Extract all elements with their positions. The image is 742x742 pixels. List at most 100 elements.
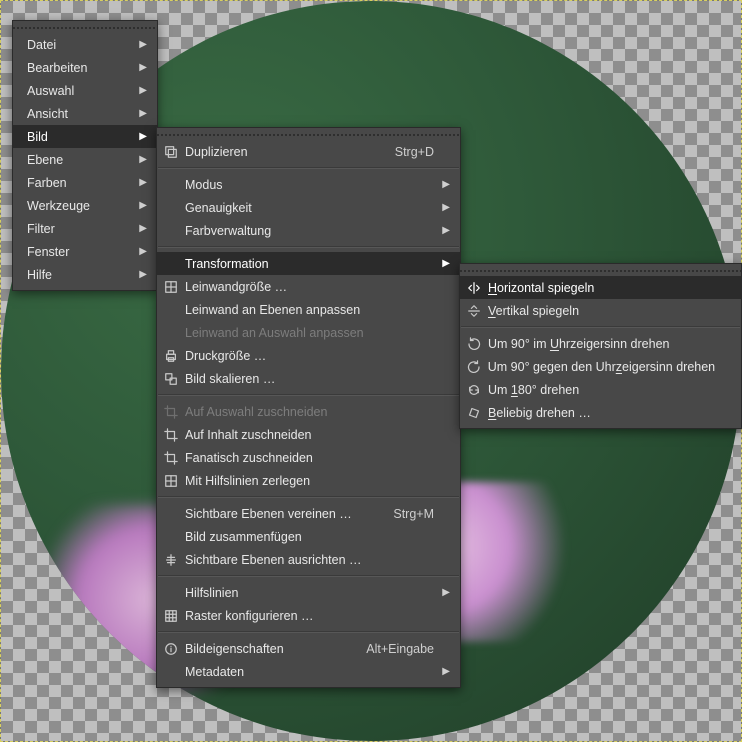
menu-separator bbox=[461, 326, 740, 328]
menu-item-label: Datei bbox=[27, 38, 56, 52]
menu-item-label: Leinwandgröße … bbox=[185, 280, 287, 294]
no-icon bbox=[163, 506, 179, 522]
rotate-free-icon bbox=[466, 405, 482, 421]
menu-tearoff-grip[interactable] bbox=[157, 131, 460, 138]
menu-item-hilfe[interactable]: Hilfe▶ bbox=[13, 263, 157, 286]
submenu-arrow-icon: ▶ bbox=[440, 179, 450, 190]
menu-item-fenster[interactable]: Fenster▶ bbox=[13, 240, 157, 263]
info-icon bbox=[163, 641, 179, 657]
menu-item-leinwand-an-auswahl-anpassen: Leinwand an Auswahl anpassen bbox=[157, 321, 460, 344]
menu-item-accelerator: Strg+D bbox=[371, 145, 434, 159]
menu-item-leinwandgr-e[interactable]: Leinwandgröße … bbox=[157, 275, 460, 298]
menu-item-werkzeuge[interactable]: Werkzeuge ▶ bbox=[13, 194, 157, 217]
menu-item-bildeigenschaften[interactable]: BildeigenschaftenAlt+Eingabe bbox=[157, 637, 460, 660]
menu-item-um-180-drehen[interactable]: Um 180° drehen bbox=[460, 378, 741, 401]
menu-item-duplizieren[interactable]: DuplizierenStrg+D bbox=[157, 140, 460, 163]
menu-item-label: Modus bbox=[185, 178, 223, 192]
submenu-arrow-icon: ▶ bbox=[440, 258, 450, 269]
menu-item-filter[interactable]: Filter▶ bbox=[13, 217, 157, 240]
menu-item-druckgr-e[interactable]: Druckgröße … bbox=[157, 344, 460, 367]
menu-item-label: Farben bbox=[27, 176, 67, 190]
rotate-ccw-icon bbox=[466, 359, 482, 375]
menu-item-vertikal-spiegeln[interactable]: Vertikal spiegeln bbox=[460, 299, 741, 322]
menu-item-label: Leinwand an Auswahl anpassen bbox=[185, 326, 364, 340]
menu-tearoff-grip[interactable] bbox=[13, 24, 157, 31]
menu-item-label: Filter bbox=[27, 222, 55, 236]
menu-item-ansicht[interactable]: Ansicht▶ bbox=[13, 102, 157, 125]
menu-item-label: Auf Auswahl zuschneiden bbox=[185, 405, 327, 419]
submenu-arrow-icon: ▶ bbox=[440, 202, 450, 213]
menu-item-bild[interactable]: Bild▶ bbox=[13, 125, 157, 148]
grid-icon bbox=[163, 608, 179, 624]
rotate-180-icon bbox=[466, 382, 482, 398]
menu-item-label: Metadaten bbox=[185, 665, 244, 679]
menu-item-label: Horizontal spiegeln bbox=[488, 281, 594, 295]
menu-item-um-90-gegen-den-uhrzeigersinn-drehen[interactable]: Um 90° gegen den Uhrzeigersinn drehen bbox=[460, 355, 741, 378]
menu-item-horizontal-spiegeln[interactable]: Horizontal spiegeln bbox=[460, 276, 741, 299]
menu-item-auswahl[interactable]: Auswahl ▶ bbox=[13, 79, 157, 102]
no-icon bbox=[163, 302, 179, 318]
menu-item-label: Ansicht bbox=[27, 107, 68, 121]
menu-item-fanatisch-zuschneiden[interactable]: Fanatisch zuschneiden bbox=[157, 446, 460, 469]
submenu-arrow-icon: ▶ bbox=[440, 225, 450, 236]
no-icon bbox=[163, 529, 179, 545]
menu-item-label: Hilfe bbox=[27, 268, 52, 282]
menu-item-raster-konfigurieren[interactable]: Raster konfigurieren … bbox=[157, 604, 460, 627]
submenu-arrow-icon: ▶ bbox=[137, 39, 147, 50]
menu-item-beliebig-drehen[interactable]: Beliebig drehen … bbox=[460, 401, 741, 424]
menu-item-farbverwaltung[interactable]: Farbverwaltung ▶ bbox=[157, 219, 460, 242]
menu-item-mit-hilfslinien-zerlegen[interactable]: Mit Hilfslinien zerlegen bbox=[157, 469, 460, 492]
menu-item-label: Fanatisch zuschneiden bbox=[185, 451, 313, 465]
menu-item-accelerator: Strg+M bbox=[369, 507, 434, 521]
menu-item-transformation[interactable]: Transformation▶ bbox=[157, 252, 460, 275]
menu-item-hilfslinien[interactable]: Hilfslinien▶ bbox=[157, 581, 460, 604]
transformation-submenu: Horizontal spiegeln Vertikal spiegeln Um 9… bbox=[459, 263, 742, 429]
menu-separator bbox=[158, 496, 459, 498]
menu-item-ebene[interactable]: Ebene▶ bbox=[13, 148, 157, 171]
menu-item-bild-zusammenf-gen[interactable]: Bild zusammenfügen bbox=[157, 525, 460, 548]
menu-separator bbox=[158, 167, 459, 169]
menu-item-label: Um 180° drehen bbox=[488, 383, 579, 397]
menu-item-um-90-im-uhrzeigersinn-drehen[interactable]: Um 90° im Uhrzeigersinn drehen bbox=[460, 332, 741, 355]
flip-horizontal-icon bbox=[466, 280, 482, 296]
scale-image-icon bbox=[163, 371, 179, 387]
canvas-stage: Datei▶Bearbeiten▶Auswahl▶Ansicht▶Bild▶Eb… bbox=[0, 0, 742, 742]
menu-item-label: Auswahl bbox=[27, 84, 74, 98]
flip-vertical-icon bbox=[466, 303, 482, 319]
canvas-size-icon bbox=[163, 279, 179, 295]
menu-item-leinwand-an-ebenen-anpassen[interactable]: Leinwand an Ebenen anpassen bbox=[157, 298, 460, 321]
menu-item-bild-skalieren[interactable]: Bild skalieren … bbox=[157, 367, 460, 390]
menu-item-sichtbare-ebenen-vereinen[interactable]: Sichtbare Ebenen vereinen …Strg+M bbox=[157, 502, 460, 525]
menu-separator bbox=[158, 631, 459, 633]
menu-item-label: Ebene bbox=[27, 153, 63, 167]
menu-item-label: Mit Hilfslinien zerlegen bbox=[185, 474, 310, 488]
menu-item-label: Farbverwaltung bbox=[185, 224, 271, 238]
menu-item-label: Genauigkeit bbox=[185, 201, 252, 215]
menu-separator bbox=[158, 394, 459, 396]
no-icon bbox=[163, 256, 179, 272]
menu-item-sichtbare-ebenen-ausrichten[interactable]: Sichtbare Ebenen ausrichten … bbox=[157, 548, 460, 571]
menu-item-metadaten[interactable]: Metadaten▶ bbox=[157, 660, 460, 683]
submenu-arrow-icon: ▶ bbox=[137, 200, 147, 211]
menu-item-label: Fenster bbox=[27, 245, 69, 259]
rotate-cw-icon bbox=[466, 336, 482, 352]
menu-tearoff-grip[interactable] bbox=[460, 267, 741, 274]
no-icon bbox=[163, 325, 179, 341]
menu-separator bbox=[158, 246, 459, 248]
menu-item-label: Vertikal spiegeln bbox=[488, 304, 579, 318]
align-layers-icon bbox=[163, 552, 179, 568]
menu-item-datei[interactable]: Datei ▶ bbox=[13, 33, 157, 56]
menu-item-label: Bild skalieren … bbox=[185, 372, 275, 386]
menu-item-auf-inhalt-zuschneiden[interactable]: Auf Inhalt zuschneiden bbox=[157, 423, 460, 446]
menu-item-modus[interactable]: Modus ▶ bbox=[157, 173, 460, 196]
crop-selection-icon bbox=[163, 404, 179, 420]
duplicate-icon bbox=[163, 144, 179, 160]
submenu-arrow-icon: ▶ bbox=[137, 85, 147, 96]
menu-item-bearbeiten[interactable]: Bearbeiten▶ bbox=[13, 56, 157, 79]
menu-item-farben[interactable]: Farben▶ bbox=[13, 171, 157, 194]
menu-item-label: Um 90° im Uhrzeigersinn drehen bbox=[488, 337, 669, 351]
submenu-arrow-icon: ▶ bbox=[137, 131, 147, 142]
no-icon bbox=[163, 585, 179, 601]
menu-item-genauigkeit[interactable]: Genauigkeit ▶ bbox=[157, 196, 460, 219]
menu-item-label: Werkzeuge bbox=[27, 199, 90, 213]
